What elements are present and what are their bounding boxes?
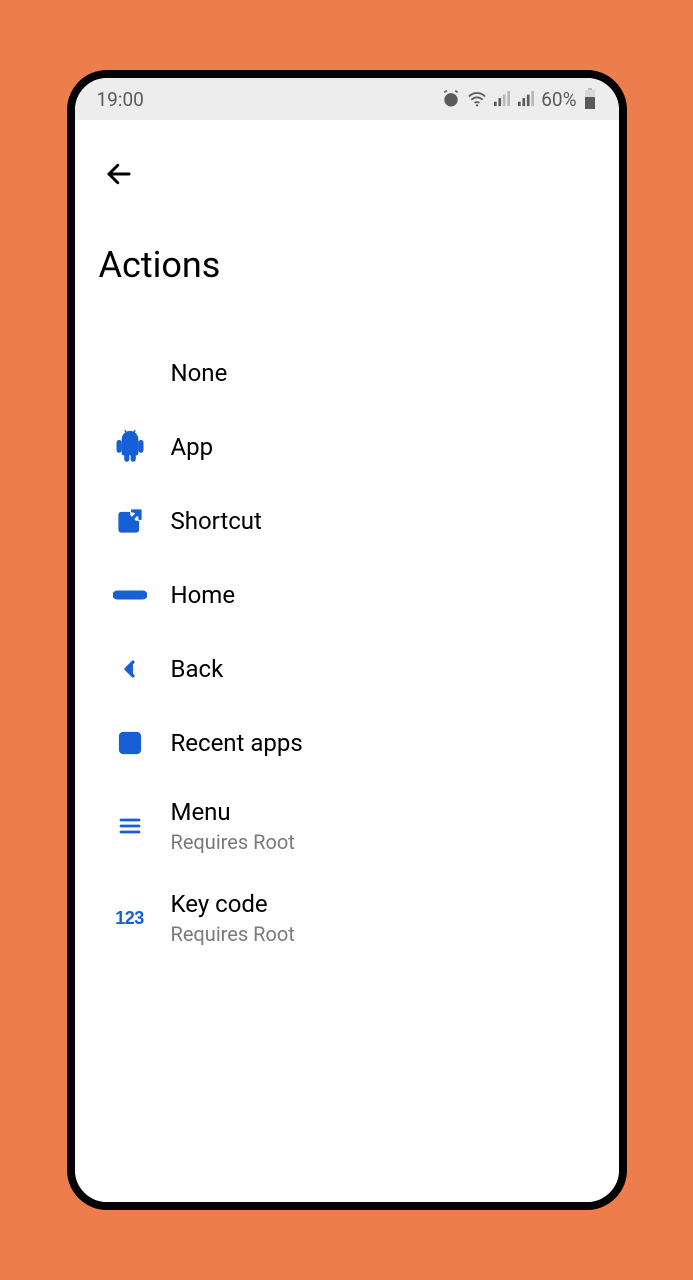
chevron-left-icon <box>118 654 142 684</box>
arrow-left-icon <box>104 159 134 189</box>
wifi-icon <box>467 91 487 107</box>
signal-icon-1 <box>493 91 511 107</box>
action-item-shortcut[interactable]: Shortcut <box>89 484 605 558</box>
back-button[interactable] <box>99 154 139 194</box>
item-subtitle: Requires Root <box>171 922 605 946</box>
device-frame: 19:00 60% Actions Non <box>67 70 627 1210</box>
action-item-back[interactable]: Back <box>89 632 605 706</box>
item-label: None <box>171 359 605 387</box>
item-label: Home <box>171 581 605 609</box>
item-label: App <box>171 433 605 461</box>
action-item-app[interactable]: App <box>89 410 605 484</box>
action-item-none[interactable]: None <box>89 336 605 410</box>
status-time: 19:00 <box>97 88 144 111</box>
screen-content: Actions None <box>75 120 619 1202</box>
action-item-keycode[interactable]: 123 Key code Requires Root <box>89 872 605 964</box>
item-subtitle: Requires Root <box>171 830 605 854</box>
signal-icon-2 <box>517 91 535 107</box>
battery-icon <box>583 88 597 110</box>
page-title: Actions <box>99 244 605 286</box>
item-label: Key code <box>171 890 605 918</box>
alarm-icon <box>441 89 461 109</box>
square-icon <box>116 729 144 757</box>
status-bar: 19:00 60% <box>75 78 619 120</box>
hamburger-icon <box>115 814 145 838</box>
item-label: Menu <box>171 798 605 826</box>
keycode-icon: 123 <box>115 908 144 929</box>
battery-percent: 60% <box>541 88 576 111</box>
home-pill-icon <box>113 589 147 601</box>
action-item-menu[interactable]: Menu Requires Root <box>89 780 605 872</box>
android-icon <box>114 429 146 465</box>
action-item-recent-apps[interactable]: Recent apps <box>89 706 605 780</box>
open-in-new-icon <box>115 506 145 536</box>
item-label: Shortcut <box>171 507 605 535</box>
action-item-home[interactable]: Home <box>89 558 605 632</box>
item-label: Recent apps <box>171 729 605 757</box>
status-right: 60% <box>441 88 596 111</box>
item-label: Back <box>171 655 605 683</box>
actions-list: None A <box>89 336 605 964</box>
